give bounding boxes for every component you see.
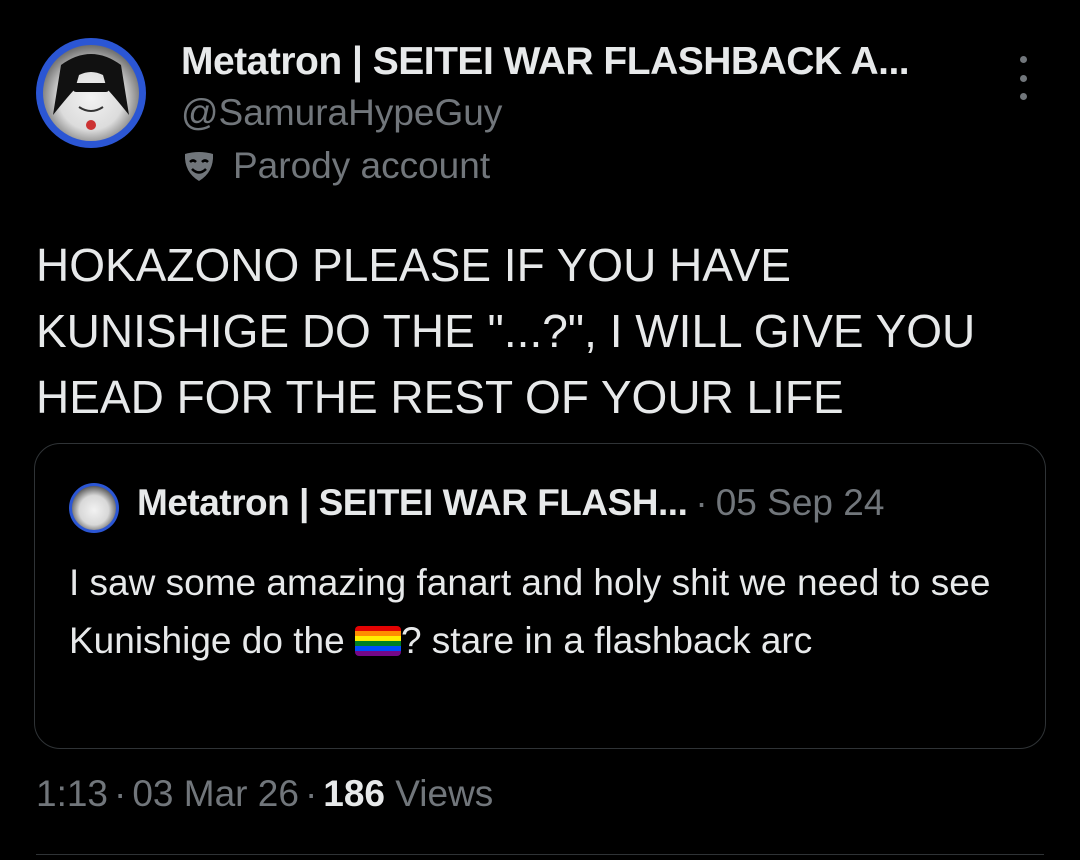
tweet-date[interactable]: 03 Mar 26 (132, 773, 299, 814)
parody-label-text: Parody account (233, 145, 491, 186)
views-count[interactable]: 186 (323, 773, 385, 814)
quoted-avatar[interactable] (69, 483, 119, 533)
mask-icon (181, 148, 217, 184)
meta-separator: · (304, 773, 318, 814)
more-options-icon[interactable] (1010, 56, 1036, 100)
more-dot (1019, 56, 1027, 63)
author-display-name[interactable]: Metatron | SEITEI WAR FLASHBACK A... (181, 40, 910, 84)
more-dot (1019, 74, 1027, 82)
quoted-text: I saw some amazing fanart and holy shit … (69, 554, 1019, 670)
tweet-meta: 1:13 · 03 Mar 26 · 186 Views (36, 773, 493, 815)
meta-separator: · (114, 773, 127, 814)
quoted-text-part-2: ? stare in a flashback arc (400, 620, 813, 661)
avatar-image (43, 45, 139, 141)
quoted-date[interactable]: 05 Sep 24 (716, 482, 885, 523)
views-label: Views (395, 773, 494, 814)
quoted-avatar-image (72, 486, 116, 530)
quoted-tweet[interactable]: Metatron | SEITEI WAR FLASH... · 05 Sep 24… (34, 443, 1046, 749)
divider (36, 854, 1044, 855)
parody-label: Parody account (181, 145, 490, 187)
rainbow-flag-icon (354, 626, 401, 656)
author-avatar[interactable] (36, 38, 146, 148)
tweet-time[interactable]: 1:13 (36, 773, 108, 814)
quoted-header: Metatron | SEITEI WAR FLASH... · 05 Sep 24 (137, 482, 884, 524)
tweet-text: HOKAZONO PLEASE IF YOU HAVE KUNISHIGE DO… (36, 239, 976, 423)
quoted-separator: · (695, 482, 708, 523)
quoted-display-name[interactable]: Metatron | SEITEI WAR FLASH... (137, 482, 688, 523)
author-handle[interactable]: @SamuraHypeGuy (181, 92, 502, 134)
more-dot (1019, 93, 1027, 100)
